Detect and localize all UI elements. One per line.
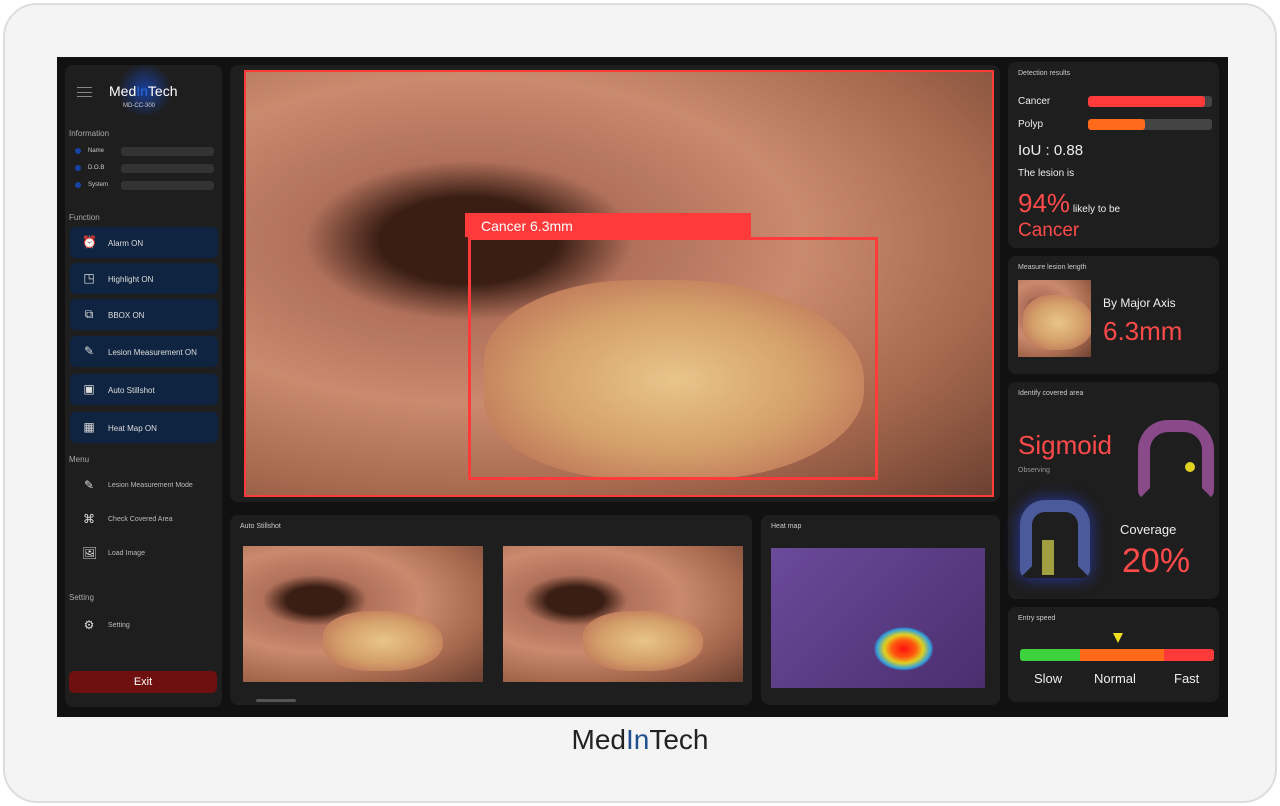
likelihood-percent: 94% — [1018, 188, 1071, 218]
heatmap-panel: Heat map — [761, 515, 1000, 705]
menu-check-covered-area[interactable]: ⌘ Check Covered Area — [70, 504, 218, 532]
info-dob: D.O.B — [75, 164, 215, 174]
stillshot-icon: ▣ — [83, 382, 95, 396]
heatmap-title: Heat map — [771, 523, 802, 530]
speed-normal-segment — [1080, 649, 1164, 661]
bbox-toggle-button[interactable]: ⧉ BBOX ON — [70, 299, 218, 330]
bbox-icon: ⧉ — [84, 307, 94, 321]
observing-status: Observing — [1018, 467, 1050, 474]
polyp-label: Polyp — [1018, 119, 1044, 130]
measure-panel: Measure lesion length By Major Axis 6.3m… — [1008, 256, 1219, 374]
lesion-length-value: 6.3mm — [1103, 316, 1183, 346]
menu-lesion-measurement-mode[interactable]: ✎ Lesion Measurement Mode — [70, 470, 218, 498]
menu-title: Menu — [69, 455, 90, 464]
speed-normal-label: Normal — [1094, 671, 1136, 686]
entry-speed-title: Entry speed — [1018, 615, 1056, 622]
info-system: System — [75, 181, 215, 191]
cancer-label: Cancer — [1018, 96, 1051, 107]
name-field — [121, 147, 214, 156]
detection-result: Cancer — [1018, 220, 1080, 241]
function-title: Function — [69, 213, 100, 222]
major-axis-label: By Major Axis — [1103, 296, 1176, 310]
sidebar: MedInTech MD-CC-300 Information Name D.O… — [65, 65, 222, 707]
stillshot-scrollbar[interactable] — [256, 699, 296, 702]
gear-icon: ⚙ — [83, 618, 95, 632]
entry-speed-panel: Entry speed Slow Normal Fast — [1008, 607, 1219, 702]
auto-stillshot-panel: Auto Stillshot — [230, 515, 752, 705]
colon-icon: ⌘ — [83, 512, 95, 526]
screen: MedInTech MD-CC-300 Information Name D.O… — [57, 57, 1228, 717]
cancer-score-bar — [1088, 96, 1212, 107]
coverage-label: Coverage — [1120, 522, 1177, 537]
heatmap-toggle-button[interactable]: ▦ Heat Map ON — [70, 412, 218, 443]
lesion-crop-image — [1018, 280, 1091, 357]
heatmap-image — [771, 548, 985, 688]
setting-title: Setting — [69, 593, 94, 602]
speed-slow-label: Slow — [1034, 671, 1063, 686]
speed-slow-segment — [1020, 649, 1080, 661]
detection-results-panel: Detection results Cancer Polyp IoU : 0.8… — [1008, 62, 1219, 248]
alarm-clock-icon: ⏰ — [82, 235, 97, 249]
ruler-icon: ✎ — [83, 344, 95, 358]
stillshot-thumbnail[interactable] — [503, 546, 743, 682]
highlight-toggle-button[interactable]: ◳ Highlight ON — [70, 263, 218, 294]
bbox-label: Cancer 6.3mm — [465, 213, 751, 237]
coverage-value: 20% — [1122, 542, 1191, 580]
menu-setting[interactable]: ⚙ Setting — [70, 610, 218, 638]
stillshot-title: Auto Stillshot — [240, 523, 281, 530]
dob-field — [121, 164, 214, 173]
region-name: Sigmoid — [1018, 430, 1112, 460]
lesion-bounding-box — [468, 237, 878, 480]
auto-stillshot-button[interactable]: ▣ Auto Stillshot — [70, 374, 218, 405]
model-number: MD-CC-300 — [123, 103, 156, 109]
speed-indicator-icon — [1113, 633, 1123, 643]
covered-title: Identify covered area — [1018, 390, 1084, 397]
app-logo: MedInTech — [109, 83, 178, 99]
exit-button[interactable]: Exit — [69, 671, 217, 693]
hamburger-menu-icon[interactable] — [77, 87, 92, 97]
stillshot-thumbnail[interactable] — [243, 546, 483, 682]
polyp-score-bar — [1088, 119, 1212, 130]
lesion-measurement-toggle-button[interactable]: ✎ Lesion Measurement ON — [70, 336, 218, 367]
covered-area-panel: Identify covered area Sigmoid Observing … — [1008, 382, 1219, 599]
colon-coverage-icon — [1020, 500, 1090, 578]
colon-map-icon — [1138, 420, 1214, 500]
iou-value: IoU : 0.88 — [1018, 142, 1084, 159]
likely-label: likely to be — [1072, 204, 1121, 215]
heatmap-icon: ▦ — [83, 420, 95, 434]
ruler-icon: ✎ — [83, 478, 95, 492]
detection-title: Detection results — [1018, 70, 1071, 77]
info-name: Name — [75, 147, 215, 157]
image-icon: 🖼 — [82, 546, 98, 560]
device-brand-logo: MedInTech — [571, 724, 709, 755]
system-field — [121, 181, 214, 190]
speed-fast-segment — [1164, 649, 1214, 661]
information-title: Information — [69, 129, 110, 138]
highlight-icon: ◳ — [83, 271, 95, 285]
menu-load-image[interactable]: 🖼 Load Image — [70, 538, 218, 566]
measure-title: Measure lesion length — [1018, 264, 1087, 271]
speed-fast-label: Fast — [1174, 671, 1200, 686]
alarm-toggle-button[interactable]: ⏰ Alarm ON — [70, 227, 218, 258]
lesion-is-label: The lesion is — [1018, 168, 1075, 179]
